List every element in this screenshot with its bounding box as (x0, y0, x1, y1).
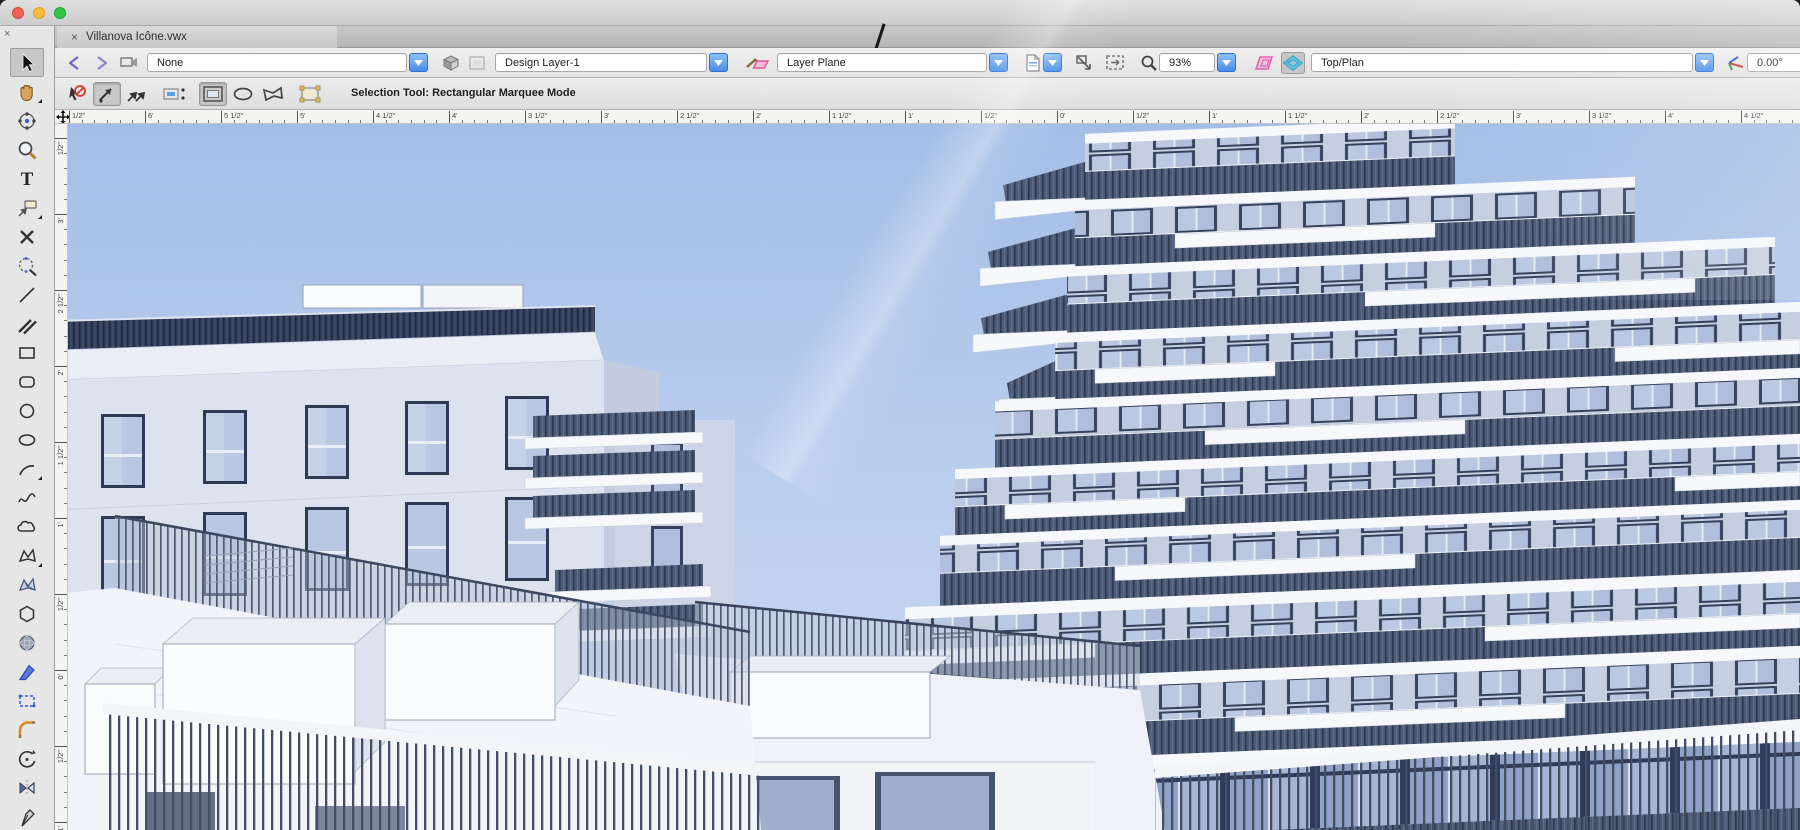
layers-cube-icon[interactable] (439, 52, 463, 74)
horizontal-ruler: 1/2" 6' 5 1/2" 5' 4 1/2" 4' 3 1/2" 3' 2 1/2" 2' 1 … (55, 110, 1800, 124)
view-toolbar: None Design Layer-1 Layer Plane 93% Top/… (55, 48, 1800, 78)
plane-dropdown-button[interactable] (989, 53, 1008, 72)
fit-to-page-icon[interactable] (1103, 52, 1127, 74)
polyline-tool[interactable] (10, 512, 44, 541)
pan-tool[interactable] (10, 77, 44, 106)
tool-palette: T (0, 46, 55, 830)
selection-tool[interactable] (10, 48, 44, 77)
disabled-pick-mode-icon[interactable] (63, 82, 91, 106)
regular-polygon-tool[interactable] (10, 599, 44, 628)
arc-tool[interactable] (10, 454, 44, 483)
tab-bar: × Villanova Icône.vwx (55, 23, 1800, 53)
viewport-frame-icon[interactable] (465, 52, 489, 74)
line-tool[interactable] (10, 280, 44, 309)
document-tab[interactable]: × Villanova Icône.vwx (57, 26, 337, 48)
layer-dropdown-button[interactable] (709, 53, 728, 72)
traffic-lights (12, 7, 66, 19)
sphere-tool[interactable] (10, 628, 44, 657)
interactive-scaling-mode-icon[interactable] (297, 82, 325, 106)
rotate-tool[interactable] (10, 744, 44, 773)
axes-indicator-icon (1723, 52, 1747, 74)
palette-header: × (0, 26, 55, 46)
document-dropdown-button[interactable] (1043, 53, 1062, 72)
minimize-window-button[interactable] (33, 7, 45, 19)
drawing-area[interactable]: 1/2" 3' 2 1/2" 2' 1 1/2" 1' 1/2" 0' 1/2" 1' (55, 124, 1800, 830)
freehand-tool[interactable] (10, 483, 44, 512)
move-to-plane-icon[interactable] (743, 52, 773, 74)
forward-arrow-icon[interactable] (89, 52, 113, 74)
tab-title: Villanova Icône.vwx (86, 31, 187, 43)
lasso-marquee-mode-icon[interactable] (229, 82, 257, 106)
back-arrow-icon[interactable] (63, 52, 87, 74)
zoom-window-button[interactable] (54, 7, 66, 19)
zoom-level-field[interactable]: 93% (1159, 53, 1215, 72)
titlebar[interactable] (0, 0, 1800, 26)
design-layer-select[interactable]: Design Layer-1 (495, 53, 707, 72)
spline-pen-tool[interactable] (10, 657, 44, 686)
unified-view-icon[interactable] (1281, 52, 1305, 74)
tool-status-text: Selection Tool: Rectangular Marquee Mode (351, 87, 576, 99)
rounded-rectangle-tool[interactable] (10, 367, 44, 396)
3d-polygon-tool[interactable] (10, 570, 44, 599)
selection-plane-icon[interactable] (1253, 52, 1277, 74)
tool-mode-bar: Selection Tool: Rectangular Marquee Mode (55, 78, 1800, 110)
oval-tool[interactable] (10, 425, 44, 454)
saved-views-icon[interactable] (117, 52, 141, 74)
fit-to-objects-icon[interactable] (1073, 52, 1097, 74)
clip-cube-tool[interactable] (10, 686, 44, 715)
rectangle-tool[interactable] (10, 338, 44, 367)
polygon-tool[interactable] (10, 541, 44, 570)
mirror-tool[interactable] (10, 773, 44, 802)
svg-text:T: T (21, 169, 34, 190)
document-page-icon[interactable] (1021, 52, 1045, 74)
rectangular-marquee-mode-icon[interactable] (199, 82, 227, 106)
close-window-button[interactable] (12, 7, 24, 19)
deform-tool[interactable] (10, 251, 44, 280)
double-line-tool[interactable] (10, 309, 44, 338)
plane-select[interactable]: Layer Plane (777, 53, 987, 72)
multiple-pick-mode-icon[interactable] (123, 82, 151, 106)
palette-close-icon[interactable]: × (4, 28, 10, 40)
view-select[interactable]: Top/Plan (1311, 53, 1693, 72)
fillet-tool[interactable] (10, 715, 44, 744)
vertical-ruler: 1/2" 3' 2 1/2" 2' 1 1/2" 1' 1/2" 0' 1/2" 1' (55, 124, 68, 830)
delete-tool[interactable] (10, 222, 44, 251)
saved-view-select[interactable]: None (147, 53, 407, 72)
tab-close-icon[interactable]: × (71, 31, 78, 43)
zoom-tool[interactable] (10, 135, 44, 164)
zoom-magnifier-icon[interactable] (1137, 52, 1161, 74)
zoom-dropdown-button[interactable] (1217, 53, 1236, 72)
circle-tool[interactable] (10, 396, 44, 425)
drawing-canvas[interactable] (55, 124, 1800, 830)
text-tool[interactable]: T (10, 164, 44, 193)
vectorworks-window: × Villanova Icône.vwx × None Design Laye… (0, 0, 1800, 830)
marquee-options-icon[interactable] (161, 82, 189, 106)
saved-view-dropdown-button[interactable] (409, 53, 428, 72)
ruler-origin-icon[interactable] (56, 110, 70, 123)
polygon-marquee-mode-icon[interactable] (259, 82, 287, 106)
dimension-tool[interactable] (10, 193, 44, 222)
angle-field[interactable]: 0.00° (1747, 53, 1800, 72)
pick-mode-icon[interactable] (93, 82, 121, 106)
view-dropdown-button[interactable] (1695, 53, 1714, 72)
flyover-tool[interactable] (10, 106, 44, 135)
pen-nib-tool[interactable] (10, 802, 44, 830)
